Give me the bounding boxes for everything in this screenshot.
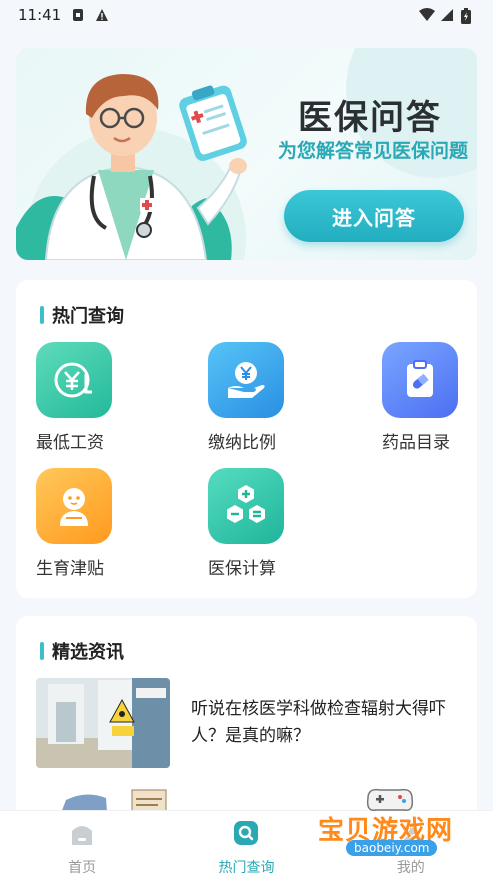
grid-item-label: 最低工资 [36,433,104,453]
yen-hand-icon [208,342,284,418]
section-accent-bar [40,642,44,660]
nav-label: 热门查询 [218,860,275,876]
yen-coin-icon [36,342,112,418]
banner-title: 医保问答 [298,98,442,138]
grid-item-payment-ratio[interactable]: 缴纳比例 [208,342,318,462]
signal-icon [440,8,454,22]
home-icon [68,821,96,851]
grid-item-drug-catalog[interactable]: 药品目录 [382,342,492,462]
clipboard-icon [179,85,247,161]
alert-icon [95,8,109,22]
grid-item-maternity-allowance[interactable]: 生育津贴 [36,468,146,588]
watermark-url: baobeiy.com [346,840,438,856]
grid-item-insurance-calculator[interactable]: 医保计算 [208,468,318,588]
banner-subtitle: 为您解答常见医保问题 [278,140,469,162]
watermark-logo: 宝贝游戏网 baobeiy.com [316,786,466,866]
news-headline: 听说在核医学科做检查辐射大得吓人？是真的嘛？ [191,699,446,746]
nav-label: 首页 [68,860,97,876]
sim-icon [71,8,85,22]
baby-icon [36,468,112,544]
grid-item-minimum-wage[interactable]: 最低工资 [36,342,146,462]
search-icon [232,821,260,851]
grid-item-label: 药品目录 [382,433,450,453]
calculator-hexagon-icon [208,468,284,544]
battery-icon [461,8,475,24]
grid-item-label: 生育津贴 [36,559,104,579]
hot-queries-heading: 热门查询 [40,302,124,328]
wifi-icon [419,8,435,22]
nav-hot-queries[interactable]: 热门查询 [164,811,328,878]
hot-queries-title: 热门查询 [52,306,124,327]
nav-home[interactable]: 首页 [0,811,164,878]
enter-qa-button[interactable]: 进入问答 [284,190,464,242]
featured-news-heading: 精选资讯 [40,638,124,664]
news-thumbnail [36,678,170,768]
grid-item-label: 医保计算 [208,559,276,579]
medicine-clipboard-icon [382,342,458,418]
status-bar: 11:41 [0,0,493,30]
hot-queries-card: 热门查询 最低工资 缴纳比例 药品目录 生育津贴 医保计算 [16,280,477,598]
section-accent-bar [40,306,44,324]
news-item[interactable]: 听说在核医学科做检查辐射大得吓人？是真的嘛？ [36,678,457,770]
qa-banner[interactable]: 医保问答 为您解答常见医保问题 进入问答 [16,48,477,260]
grid-item-label: 缴纳比例 [208,433,276,453]
featured-news-title: 精选资讯 [52,642,124,663]
status-time: 11:41 [18,6,62,24]
